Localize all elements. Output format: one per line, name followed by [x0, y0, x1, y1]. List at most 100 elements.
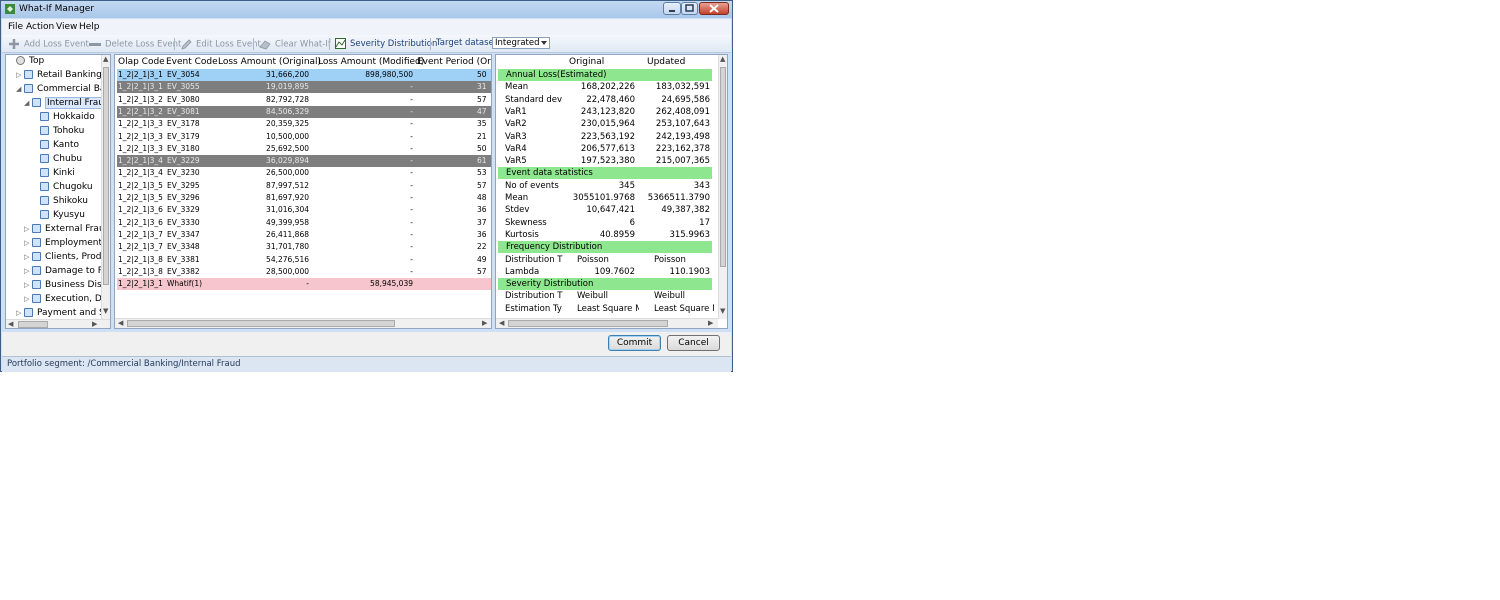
table-row[interactable]: 1_2|2_1|3_5 EV_3295 87,997,512 - 57: [117, 180, 491, 192]
tree-item[interactable]: ▷ Clients, Produ: [24, 250, 107, 264]
tree-vertical-scrollbar[interactable]: ▲ ▼: [101, 55, 110, 319]
header-loss-original[interactable]: Loss Amount (Original): [218, 57, 321, 67]
table-row[interactable]: 1_2|2_1|3_7 EV_3348 31,701,780 - 22: [117, 241, 491, 253]
table-row[interactable]: 1_2|2_1|3_6 EV_3330 49,399,958 - 37: [117, 217, 491, 229]
maximize-icon: [685, 4, 694, 12]
tree-item[interactable]: ▷ Employment P: [24, 236, 110, 250]
segment-tree[interactable]: Top ▷ Retail Banking ◢ Commercial Ban ◢ Intern…: [5, 54, 111, 329]
maximize-button[interactable]: [681, 2, 698, 15]
severity-distribution-button[interactable]: Severity Distribution: [335, 38, 437, 50]
tree-item[interactable]: ◢ Internal Fraud: [24, 96, 110, 110]
header-olap-code[interactable]: Olap Code: [118, 57, 165, 67]
tree-item[interactable]: Shikoku: [32, 194, 88, 208]
tree-item[interactable]: Kyusyu: [32, 208, 85, 222]
expander-icon[interactable]: ◢: [24, 96, 32, 110]
table-row[interactable]: 1_2|2_1|3_6 EV_3329 31,016,304 - 36: [117, 204, 491, 216]
table-row[interactable]: 1_2|2_1|3_1 EV_3054 31,666,200 898,980,500 5…: [117, 69, 491, 81]
segment-icon: [40, 112, 49, 121]
stats-row-label: Standard dev: [505, 94, 563, 105]
table-row[interactable]: 1_2|2_1|3_3 EV_3180 25,692,500 - 50: [117, 143, 491, 155]
table-row[interactable]: 1_2|2_1|3_8 EV_3382 28,500,000 - 57: [117, 266, 491, 278]
menu-file[interactable]: File: [8, 22, 23, 32]
table-row[interactable]: 1_2|2_1|3_4 EV_3230 26,500,000 - 53: [117, 167, 491, 179]
table-row[interactable]: 1_2|2_1|3_3 EV_3179 10,500,000 - 21: [117, 131, 491, 143]
cell-loss-modified: -: [410, 168, 413, 178]
tree-item[interactable]: ▷ Business Disru: [24, 278, 110, 292]
table-row[interactable]: 1_2|2_1|3_3 EV_3178 20,359,325 - 35: [117, 118, 491, 130]
header-loss-modified[interactable]: Loss Amount (Modified): [318, 57, 424, 67]
tree-item[interactable]: ◢ Commercial Ban: [16, 82, 110, 96]
expander-icon[interactable]: ▷: [24, 264, 32, 278]
tree-item[interactable]: ▷ Payment and Set: [16, 306, 110, 320]
expander-icon[interactable]: ▷: [24, 222, 32, 236]
expander-icon[interactable]: ▷: [16, 68, 24, 82]
segment-icon: [40, 126, 49, 135]
stats-vertical-thumb[interactable]: [720, 67, 726, 267]
tree-item[interactable]: Kanto: [32, 138, 79, 152]
table-row[interactable]: 1_2|2_1|3_4 EV_3229 36,029,894 - 61: [117, 155, 491, 168]
tree-horizontal-thumb[interactable]: [18, 321, 48, 328]
header-event-period[interactable]: Event Period (Origi: [417, 57, 491, 67]
segment-icon: [40, 182, 49, 191]
tree-vertical-thumb[interactable]: [103, 67, 109, 285]
segment-icon: [32, 238, 41, 247]
statistics-panel[interactable]: Original Updated Annual Loss(Estimated) M…: [495, 54, 728, 329]
cell-event-code: EV_3055: [167, 82, 200, 92]
add-loss-event-button[interactable]: Add Loss Event: [8, 38, 89, 50]
menu-view[interactable]: View: [56, 22, 77, 32]
stats-horizontal-scrollbar[interactable]: ◀ ▶: [496, 318, 718, 328]
grid-horizontal-thumb[interactable]: [127, 320, 395, 327]
tree-item[interactable]: Kinki: [32, 166, 75, 180]
tree-item[interactable]: Hokkaido: [32, 110, 95, 124]
cell-event-period: 57: [477, 94, 487, 104]
expander-icon[interactable]: ▷: [16, 306, 24, 320]
cell-olap-code: 1_2|2_1|3_3: [118, 131, 163, 141]
tree-item[interactable]: Tohoku: [32, 124, 84, 138]
table-row[interactable]: 1_2|2_1|3_1 Whatif(1) - 58,945,039: [117, 278, 491, 291]
expander-icon[interactable]: ▷: [24, 278, 32, 292]
clear-whatif-button[interactable]: Clear What-If: [259, 38, 331, 50]
tree-item[interactable]: Chugoku: [32, 180, 93, 194]
stats-vertical-scrollbar[interactable]: ▲ ▼: [718, 55, 727, 319]
table-row[interactable]: 1_2|2_1|3_5 EV_3296 81,697,920 - 48: [117, 192, 491, 204]
table-row[interactable]: 1_2|2_1|3_1 EV_3055 19,019,895 - 31: [117, 81, 491, 94]
expander-icon[interactable]: ◢: [16, 82, 24, 96]
expander-icon[interactable]: ▷: [24, 292, 32, 306]
segment-icon: [32, 252, 41, 261]
minimize-button[interactable]: [663, 2, 681, 15]
tree-item[interactable]: ▷ Damage to Ph: [24, 264, 109, 278]
tree-item-label: Kyusyu: [53, 210, 85, 220]
tree-item[interactable]: Top: [8, 55, 44, 68]
tree-horizontal-scrollbar[interactable]: ◀ ▶: [6, 319, 110, 328]
commit-button[interactable]: Commit: [608, 335, 661, 351]
cell-loss-modified: -: [410, 94, 413, 104]
tree-item[interactable]: ▷ Retail Banking: [16, 68, 102, 82]
menu-help[interactable]: Help: [79, 22, 100, 32]
eraser-icon: [259, 40, 271, 50]
table-row[interactable]: 1_2|2_1|3_2 EV_3081 84,506,329 - 47: [117, 105, 491, 118]
delete-loss-event-button[interactable]: Delete Loss Event: [89, 38, 181, 50]
close-button[interactable]: [699, 2, 729, 15]
loss-event-grid[interactable]: Olap Code Event Code Loss Amount (Origin…: [114, 54, 492, 329]
grid-horizontal-scrollbar[interactable]: ◀ ▶: [115, 318, 491, 328]
table-row[interactable]: 1_2|2_1|3_2 EV_3080 82,792,728 - 57: [117, 94, 491, 106]
menu-action[interactable]: Action: [26, 22, 54, 32]
tree-item[interactable]: Chubu: [32, 152, 82, 166]
cell-event-period: 49: [477, 254, 487, 264]
stats-horizontal-thumb[interactable]: [508, 320, 668, 327]
stats-original-value: 6: [629, 217, 635, 228]
stats-row-label: Frequency Distribution: [506, 242, 603, 253]
edit-loss-event-button[interactable]: Edit Loss Event: [180, 38, 261, 50]
expander-icon[interactable]: ▷: [24, 250, 32, 264]
target-dataset-select[interactable]: Integrated: [492, 37, 550, 49]
cell-event-code: EV_3296: [167, 193, 200, 202]
tree-item[interactable]: ▷ Execution, Deli: [24, 292, 110, 306]
tree-item[interactable]: ▷ External Fraud: [24, 222, 110, 236]
cancel-button[interactable]: Cancel: [667, 335, 720, 351]
cell-loss-original: 82,792,728: [266, 94, 309, 104]
expander-icon[interactable]: ▷: [24, 236, 32, 250]
cell-event-code: EV_3054: [167, 70, 200, 79]
header-event-code[interactable]: Event Code: [166, 57, 218, 67]
table-row[interactable]: 1_2|2_1|3_7 EV_3347 26,411,868 - 36: [117, 229, 491, 241]
table-row[interactable]: 1_2|2_1|3_8 EV_3381 54,276,516 - 49: [117, 254, 491, 266]
